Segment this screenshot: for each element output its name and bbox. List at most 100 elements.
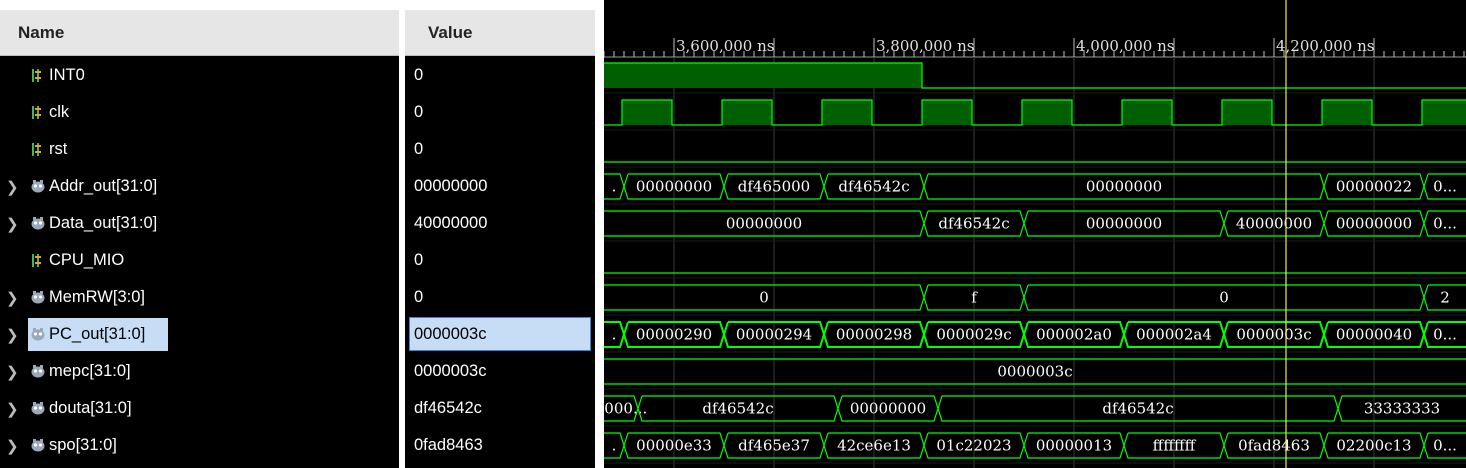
wave-high-fill xyxy=(604,63,922,88)
bus-value-label: df46542c xyxy=(702,400,773,418)
bus-value-label: df465000 xyxy=(738,178,810,196)
wave-high-fill xyxy=(1122,100,1172,125)
wave-high-fill xyxy=(622,100,672,125)
signal-name: spo[31:0] xyxy=(49,436,117,454)
bus-value-label: 0... xyxy=(1433,326,1457,344)
waveform-canvas[interactable]: 3,600,000 ns 3,800,000 ns 4,000,000 ns 4,20… xyxy=(604,0,1466,468)
signal-value: 0000003c xyxy=(414,362,487,380)
signal-name: mepc[31:0] xyxy=(49,362,131,380)
signal-row-int0[interactable]: INT0 xyxy=(0,57,399,94)
signal-name: Addr_out[31:0] xyxy=(49,177,158,195)
bus-value-label: 0... xyxy=(1433,178,1457,196)
signal-value: 0 xyxy=(414,66,424,84)
signal-row-memrw[interactable]: ❯ MemRW[3:0] xyxy=(0,279,399,316)
signal-name: MemRW[3:0] xyxy=(49,288,145,306)
bus-value-label: 00000294 xyxy=(736,326,812,344)
bus-value-label: . xyxy=(612,437,617,455)
ruler-label: 3,800,000 ns xyxy=(876,37,974,55)
bus-value-label: 000002a0 xyxy=(1036,326,1112,344)
bus-value-label: 00000298 xyxy=(836,326,912,344)
expand-chevron-icon[interactable]: ❯ xyxy=(6,289,19,307)
signal-value: 0 xyxy=(414,140,424,158)
signal-name: INT0 xyxy=(49,66,85,84)
bit-signal-icon xyxy=(30,142,46,157)
expand-chevron-icon[interactable]: ❯ xyxy=(6,363,19,381)
bus-value-label: 00000290 xyxy=(636,326,712,344)
bus-value-label: 0... xyxy=(1433,215,1457,233)
bus-value-label: 0000003c xyxy=(997,363,1072,381)
bus-value-label: df46542c xyxy=(838,178,909,196)
expand-chevron-icon[interactable]: ❯ xyxy=(6,326,19,344)
bus-signal-icon xyxy=(30,216,46,231)
expand-chevron-icon[interactable]: ❯ xyxy=(6,215,19,233)
bus-value-label: . xyxy=(612,326,617,344)
signal-row-pc_out[interactable]: ❯ PC_out[31:0] xyxy=(0,316,399,353)
bit-signal-icon xyxy=(30,105,46,120)
bus-value-label: 00000022 xyxy=(1336,178,1412,196)
bus-value-label: 00000000 xyxy=(1336,215,1412,233)
bus-value-label: f xyxy=(971,289,978,307)
signal-value: 0fad8463 xyxy=(414,436,483,454)
signal-row-cpu_mio[interactable]: CPU_MIO xyxy=(0,242,399,279)
bus-value-label: 33333333 xyxy=(1364,400,1440,418)
bus-value-label: 0... xyxy=(1433,437,1457,455)
bus-value-label: 0000003c xyxy=(1236,326,1311,344)
signal-name: rst xyxy=(49,140,68,158)
expand-chevron-icon[interactable]: ❯ xyxy=(6,437,19,455)
bus-signal-icon xyxy=(30,179,46,194)
bus-value-label: 00000000 xyxy=(850,400,926,418)
signal-row-addr_out[interactable]: ❯ Addr_out[31:0] xyxy=(0,168,399,205)
bus-value-label: ffffffff xyxy=(1153,437,1197,455)
name-column-header[interactable]: Name xyxy=(0,10,399,56)
bus-value-label: df46542c xyxy=(938,215,1009,233)
signal-value: 0 xyxy=(414,251,424,269)
bus-value-label: 0fad8463 xyxy=(1238,437,1310,455)
bus-value-label: df465e37 xyxy=(738,437,810,455)
bus-value-label: 02200c13 xyxy=(1336,437,1411,455)
bus-signal-icon xyxy=(30,401,46,416)
bit-signal-icon xyxy=(30,253,46,268)
wave-high-fill xyxy=(822,100,872,125)
signal-row-data_out[interactable]: ❯ Data_out[31:0] xyxy=(0,205,399,242)
signal-name: PC_out[31:0] xyxy=(49,325,146,343)
bus-value-label: 00000000 xyxy=(1086,215,1162,233)
value-column-header[interactable]: Value xyxy=(405,10,595,56)
ruler-label: 3,600,000 ns xyxy=(676,37,774,55)
bus-value-label: 00000000 xyxy=(726,215,802,233)
signal-name: douta[31:0] xyxy=(49,399,132,417)
signal-row-rst[interactable]: rst xyxy=(0,131,399,168)
signal-value: 40000000 xyxy=(414,214,488,232)
wave-high-fill xyxy=(1222,100,1272,125)
bus-value-label: 0000029c xyxy=(936,326,1011,344)
wave-high-fill xyxy=(1422,100,1466,125)
bus-value-label: 00000000 xyxy=(1086,178,1162,196)
wave-high-fill xyxy=(1022,100,1072,125)
bus-signal-icon xyxy=(30,364,46,379)
bit-signal-icon xyxy=(30,68,46,83)
bus-value-label: 42ce6e13 xyxy=(837,437,911,455)
wave-divider[interactable] xyxy=(595,0,604,468)
bus-value-label: 00000013 xyxy=(1036,437,1112,455)
expand-chevron-icon[interactable]: ❯ xyxy=(6,400,19,418)
bus-value-label: 01c22023 xyxy=(936,437,1011,455)
bus-value-label: 2 xyxy=(1440,289,1450,307)
bus-value-label: 00000040 xyxy=(1336,326,1412,344)
bus-value-label: 0 xyxy=(1219,289,1229,307)
bus-value-label: 40000000 xyxy=(1236,215,1312,233)
bus-value-label: 0000... xyxy=(604,400,647,418)
bus-signal-icon xyxy=(30,327,46,342)
signal-name: clk xyxy=(49,103,70,121)
bus-signal-icon xyxy=(30,290,46,305)
signal-name: CPU_MIO xyxy=(49,251,125,269)
signal-value: 00000000 xyxy=(414,177,488,195)
ruler-label: 4,200,000 ns xyxy=(1276,37,1374,55)
expand-chevron-icon[interactable]: ❯ xyxy=(6,178,19,196)
signal-row-spo[interactable]: ❯ spo[31:0] xyxy=(0,427,399,464)
bus-value-label: df46542c xyxy=(1102,400,1173,418)
bus-value-label: 00000e33 xyxy=(636,437,712,455)
signal-row-mepc[interactable]: ❯ mepc[31:0] xyxy=(0,353,399,390)
signal-row-douta[interactable]: ❯ douta[31:0] xyxy=(0,390,399,427)
signal-row-clk[interactable]: clk xyxy=(0,94,399,131)
signal-value: df46542c xyxy=(414,399,482,417)
signal-value: 0000003c xyxy=(414,325,487,343)
